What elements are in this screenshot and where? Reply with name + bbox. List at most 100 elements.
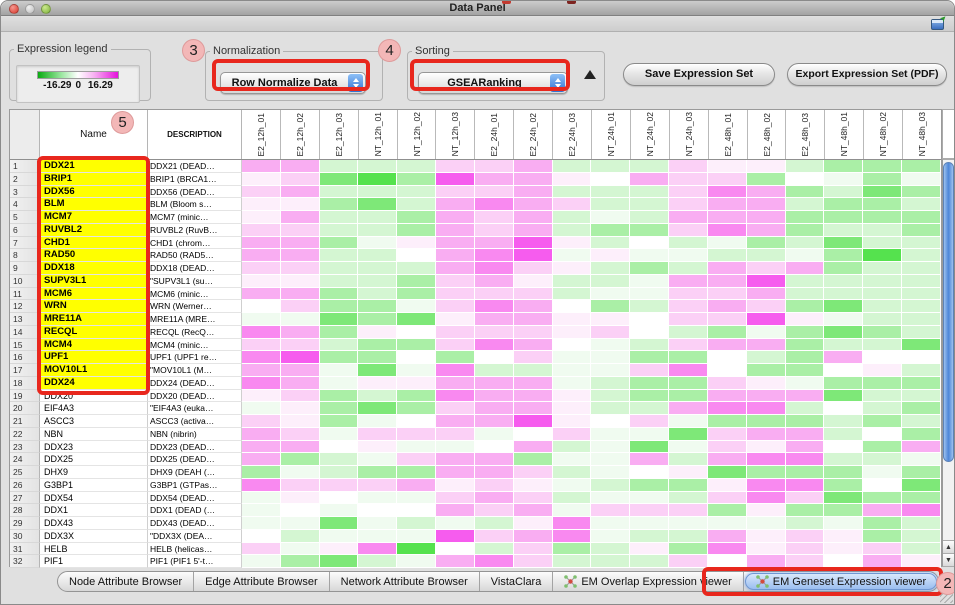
heatmap-cell[interactable] <box>708 364 747 377</box>
gene-name-cell[interactable]: UPF1 <box>40 351 148 364</box>
heatmap-cell[interactable] <box>902 441 941 454</box>
heatmap-cell[interactable] <box>786 364 825 377</box>
vertical-scrollbar[interactable]: ▲ ▼ <box>942 159 955 567</box>
heatmap-cell[interactable] <box>786 224 825 237</box>
heatmap-cell[interactable] <box>397 211 436 224</box>
gene-description-cell[interactable]: DDX43 (DEAD… <box>148 517 242 530</box>
heatmap-cell[interactable] <box>630 517 669 530</box>
heatmap-cell[interactable] <box>514 402 553 415</box>
sample-column-header[interactable]: NT_48h_02 <box>864 110 903 159</box>
heatmap-cell[interactable] <box>475 224 514 237</box>
heatmap-cell[interactable] <box>630 224 669 237</box>
heatmap-cell[interactable] <box>514 237 553 250</box>
heatmap-cell[interactable] <box>358 441 397 454</box>
heatmap-cell[interactable] <box>708 262 747 275</box>
heatmap-cell[interactable] <box>281 415 320 428</box>
heatmap-cell[interactable] <box>436 173 475 186</box>
gene-name-cell[interactable]: PIF1 <box>40 555 148 568</box>
heatmap-cell[interactable] <box>475 211 514 224</box>
heatmap-cell[interactable] <box>475 479 514 492</box>
heatmap-cell[interactable] <box>708 517 747 530</box>
heatmap-cell[interactable] <box>514 288 553 301</box>
heatmap-cell[interactable] <box>475 517 514 530</box>
heatmap-cell[interactable] <box>630 275 669 288</box>
heatmap-cell[interactable] <box>281 402 320 415</box>
heatmap-cell[interactable] <box>747 428 786 441</box>
heatmap-cell[interactable] <box>242 300 281 313</box>
heatmap-cell[interactable] <box>514 300 553 313</box>
sample-column-header[interactable]: E2_48h_02 <box>748 110 787 159</box>
heatmap-cell[interactable] <box>475 543 514 556</box>
heatmap-cell[interactable] <box>320 249 359 262</box>
heatmap-cell[interactable] <box>669 249 708 262</box>
heatmap-cell[interactable] <box>358 300 397 313</box>
heatmap-cell[interactable] <box>824 543 863 556</box>
heatmap-cell[interactable] <box>242 555 281 568</box>
float-panel-icon[interactable] <box>931 19 944 30</box>
heatmap-cell[interactable] <box>358 326 397 339</box>
heatmap-cell[interactable] <box>902 339 941 352</box>
heatmap-cell[interactable] <box>514 313 553 326</box>
heatmap-cell[interactable] <box>358 288 397 301</box>
heatmap-cell[interactable] <box>708 326 747 339</box>
heatmap-cell[interactable] <box>630 288 669 301</box>
heatmap-cell[interactable] <box>436 415 475 428</box>
heatmap-cell[interactable] <box>824 517 863 530</box>
heatmap-cell[interactable] <box>553 453 592 466</box>
heatmap-cell[interactable] <box>397 186 436 199</box>
heatmap-cell[interactable] <box>863 198 902 211</box>
heatmap-cell[interactable] <box>669 415 708 428</box>
gene-description-cell[interactable]: RAD50 (RAD5… <box>148 249 242 262</box>
normalization-dropdown[interactable]: Row Normalize Data <box>220 72 366 94</box>
heatmap-cell[interactable] <box>824 275 863 288</box>
heatmap-cell[interactable] <box>786 441 825 454</box>
sample-column-header[interactable]: E2_24h_02 <box>514 110 553 159</box>
heatmap-cell[interactable] <box>242 173 281 186</box>
sort-ascending-icon[interactable] <box>584 70 596 79</box>
heatmap-cell[interactable] <box>475 428 514 441</box>
heatmap-cell[interactable] <box>281 441 320 454</box>
heatmap-cell[interactable] <box>475 313 514 326</box>
heatmap-cell[interactable] <box>902 415 941 428</box>
scrollbar-thumb[interactable] <box>943 162 954 462</box>
heatmap-cell[interactable] <box>436 288 475 301</box>
heatmap-cell[interactable] <box>436 504 475 517</box>
heatmap-cell[interactable] <box>747 415 786 428</box>
gene-name-cell[interactable]: MCM6 <box>40 288 148 301</box>
heatmap-cell[interactable] <box>436 466 475 479</box>
heatmap-cell[interactable] <box>242 339 281 352</box>
heatmap-cell[interactable] <box>475 377 514 390</box>
heatmap-cell[interactable] <box>824 453 863 466</box>
heatmap-cell[interactable] <box>242 262 281 275</box>
heatmap-cell[interactable] <box>591 249 630 262</box>
heatmap-cell[interactable] <box>553 441 592 454</box>
export-expression-set-button[interactable]: Export Expression Set (PDF) <box>787 63 947 86</box>
gene-description-cell[interactable]: DDX25 (DEAD… <box>148 453 242 466</box>
heatmap-cell[interactable] <box>902 275 941 288</box>
heatmap-cell[interactable] <box>436 351 475 364</box>
heatmap-cell[interactable] <box>786 543 825 556</box>
heatmap-cell[interactable] <box>591 173 630 186</box>
heatmap-cell[interactable] <box>591 453 630 466</box>
heatmap-cell[interactable] <box>708 313 747 326</box>
sample-column-header[interactable]: NT_12h_01 <box>359 110 398 159</box>
heatmap-cell[interactable] <box>708 390 747 403</box>
heatmap-cell[interactable] <box>320 326 359 339</box>
heatmap-cell[interactable] <box>630 198 669 211</box>
gene-description-cell[interactable]: DDX24 (DEAD… <box>148 377 242 390</box>
heatmap-cell[interactable] <box>553 198 592 211</box>
heatmap-cell[interactable] <box>824 504 863 517</box>
heatmap-cell[interactable] <box>747 530 786 543</box>
heatmap-cell[interactable] <box>786 160 825 173</box>
heatmap-cell[interactable] <box>281 555 320 568</box>
heatmap-cell[interactable] <box>708 173 747 186</box>
heatmap-cell[interactable] <box>630 543 669 556</box>
heatmap-cell[interactable] <box>397 402 436 415</box>
heatmap-cell[interactable] <box>591 211 630 224</box>
heatmap-cell[interactable] <box>630 313 669 326</box>
heatmap-cell[interactable] <box>397 390 436 403</box>
heatmap-cell[interactable] <box>786 237 825 250</box>
heatmap-cell[interactable] <box>553 364 592 377</box>
heatmap-cell[interactable] <box>358 492 397 505</box>
heatmap-cell[interactable] <box>747 377 786 390</box>
